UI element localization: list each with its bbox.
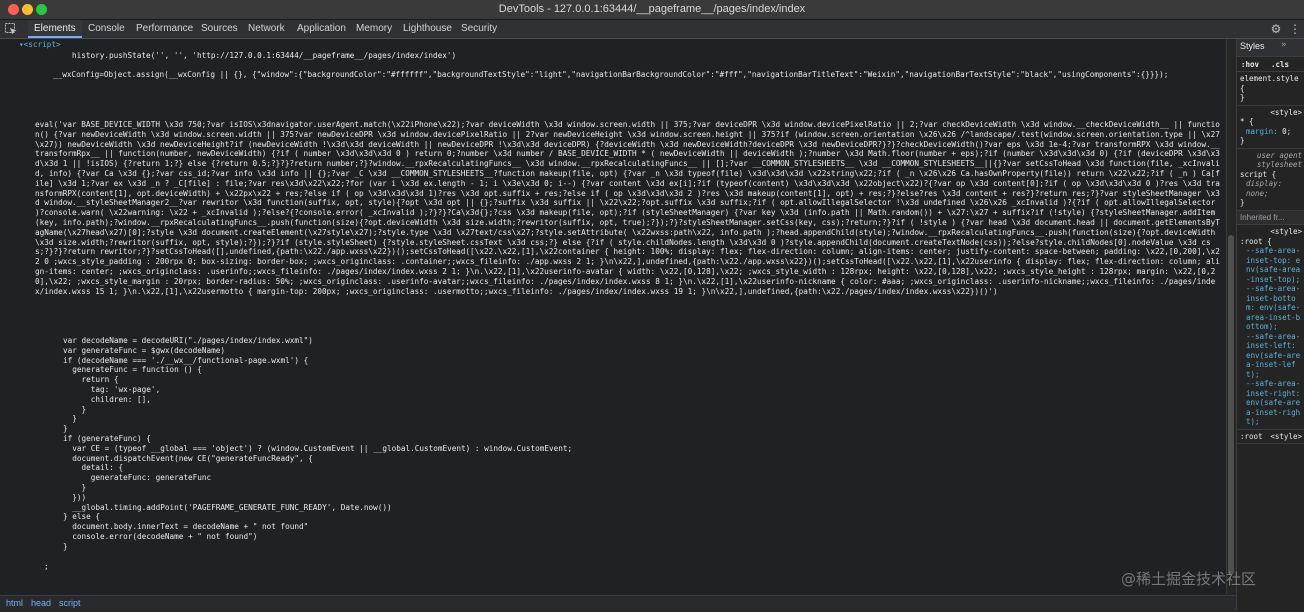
code-line: if (generateFunc) { bbox=[63, 434, 151, 443]
code-line: console.error(decodeName + " not found") bbox=[63, 532, 258, 541]
editor-scrollbar[interactable] bbox=[1226, 39, 1236, 594]
editor-scrollbar-thumb[interactable] bbox=[1228, 235, 1234, 575]
breadcrumb-head[interactable]: head bbox=[31, 596, 51, 611]
css-variable[interactable]: --safe-area-inset-right: env(safe-area-i… bbox=[1246, 379, 1302, 427]
code-line: var CE = (typeof __global === 'object') … bbox=[63, 443, 573, 453]
code-line: var generateFunc = $gwx(decodeName) bbox=[63, 345, 225, 355]
code-line: document.body.innerText = decodeName + "… bbox=[63, 522, 309, 532]
elements-dom-tree[interactable]: ▾<script> history.pushState('', '', 'htt… bbox=[0, 39, 1226, 594]
root-rule-source[interactable]: <style> bbox=[1240, 227, 1302, 237]
class-toggle[interactable]: .cls bbox=[1271, 60, 1289, 70]
gear-icon[interactable]: ⚙ bbox=[1268, 21, 1284, 37]
code-line: tag: 'wx-page', bbox=[63, 385, 161, 394]
code-line: generateFunc: generateFunc bbox=[63, 473, 212, 483]
element-style-selector: element.style { bbox=[1240, 74, 1299, 93]
universal-rule-close: } bbox=[1240, 136, 1245, 145]
code-line: document.dispatchEvent(new CE("generateF… bbox=[63, 453, 313, 463]
code-line: } bbox=[63, 414, 77, 424]
breadcrumb-script[interactable]: script bbox=[59, 596, 81, 611]
root-variables: --safe-area-inset-top: env(safe-area-ins… bbox=[1240, 246, 1302, 427]
universal-selector: * { bbox=[1240, 117, 1254, 126]
tab-lighthouse[interactable]: Lighthouse bbox=[397, 20, 458, 38]
breadcrumb: html head script bbox=[0, 595, 1236, 612]
devtools-tab-bar: Elements Console Performance Sources Net… bbox=[0, 20, 1304, 39]
styles-panel-tabs: Styles » bbox=[1237, 39, 1304, 57]
styles-panel: Styles » :hov .cls element.style { } <st… bbox=[1236, 39, 1304, 611]
root-rule[interactable]: <style> :root { --safe-area-inset-top: e… bbox=[1237, 225, 1304, 430]
tab-application[interactable]: Application bbox=[291, 20, 352, 38]
watermark: @稀土掘金技术社区 bbox=[1121, 570, 1257, 588]
tab-console[interactable]: Console bbox=[82, 20, 131, 38]
tab-elements[interactable]: Elements bbox=[28, 20, 82, 38]
universal-rule-source[interactable]: <style> bbox=[1240, 108, 1302, 118]
tab-sources[interactable]: Sources bbox=[195, 20, 244, 38]
code-line-pushstate: history.pushState('', '', 'http://127.0.… bbox=[72, 51, 457, 60]
code-line: detail: { bbox=[63, 463, 124, 473]
user-agent-rule: user agent stylesheet script { display: … bbox=[1237, 149, 1304, 211]
code-line-wxconfig: __wxConfig=Object.assign(__wxConfig || {… bbox=[53, 70, 1169, 79]
margin-property[interactable]: margin: bbox=[1246, 127, 1278, 136]
css-variable[interactable]: --safe-area-inset-bottom: env(safe-area-… bbox=[1246, 284, 1302, 332]
tab-memory[interactable]: Memory bbox=[350, 20, 398, 38]
margin-value[interactable]: 0; bbox=[1282, 127, 1291, 136]
code-line: children: [], bbox=[63, 394, 151, 404]
code-line: } bbox=[63, 483, 87, 492]
code-line: } bbox=[63, 541, 68, 551]
element-style-rule[interactable]: element.style { } bbox=[1237, 72, 1304, 106]
styles-filter-bar: :hov .cls bbox=[1237, 57, 1304, 72]
code-line: generateFunc = function () { bbox=[63, 365, 202, 375]
code-line: __global.timing.addPoint('PAGEFRAME_GENE… bbox=[63, 502, 392, 512]
code-line: if (decodeName === './__wx__/functional-… bbox=[63, 355, 309, 365]
title-bar: DevTools - 127.0.0.1:63444/__pageframe__… bbox=[0, 0, 1304, 20]
breadcrumb-html[interactable]: html bbox=[6, 596, 23, 611]
root2-source[interactable]: <style> bbox=[1270, 432, 1302, 442]
display-property: display bbox=[1246, 179, 1278, 188]
inspect-element-icon[interactable] bbox=[4, 22, 18, 36]
user-agent-label: user agent stylesheet bbox=[1256, 150, 1302, 170]
tab-network[interactable]: Network bbox=[242, 20, 291, 38]
code-eval-block: eval('var BASE_DEVICE_WIDTH \x3d 750;?va… bbox=[35, 120, 1220, 296]
tab-security[interactable]: Security bbox=[455, 20, 503, 38]
tab-styles[interactable]: Styles bbox=[1240, 41, 1265, 52]
hover-state-toggle[interactable]: :hov bbox=[1241, 60, 1259, 70]
css-variable[interactable]: --safe-area-inset-left: env(safe-area-in… bbox=[1246, 332, 1302, 380]
code-line: })) bbox=[63, 492, 87, 502]
universal-rule[interactable]: <style> * { margin: 0; } bbox=[1237, 106, 1304, 149]
root-rule-2[interactable]: :root <style> bbox=[1237, 430, 1304, 444]
code-line: } bbox=[63, 424, 68, 434]
tab-performance[interactable]: Performance bbox=[130, 20, 199, 38]
code-line: var decodeName = decodeURI("./pages/inde… bbox=[63, 336, 313, 345]
code-line: return { bbox=[63, 375, 119, 385]
root2-selector: :root bbox=[1240, 431, 1263, 441]
window-title: DevTools - 127.0.0.1:63444/__pageframe__… bbox=[498, 3, 806, 15]
code-line-closing: ; bbox=[44, 562, 49, 571]
css-variable[interactable]: --safe-area-inset-top: env(safe-area-ins… bbox=[1246, 246, 1302, 284]
root-selector: :root { bbox=[1240, 236, 1272, 246]
script-selector: script { bbox=[1240, 169, 1277, 179]
script-tag-node[interactable]: ▾<script> bbox=[19, 40, 61, 50]
more-options-icon[interactable]: ⋮ bbox=[1289, 21, 1301, 37]
code-line: } bbox=[63, 404, 87, 414]
chevron-right-icon[interactable]: » bbox=[1281, 40, 1286, 51]
code-line: } else { bbox=[63, 512, 101, 522]
inherited-header: Inherited fr... bbox=[1237, 210, 1304, 225]
user-agent-rule-close: } bbox=[1240, 198, 1245, 207]
element-style-close: } bbox=[1240, 93, 1245, 102]
